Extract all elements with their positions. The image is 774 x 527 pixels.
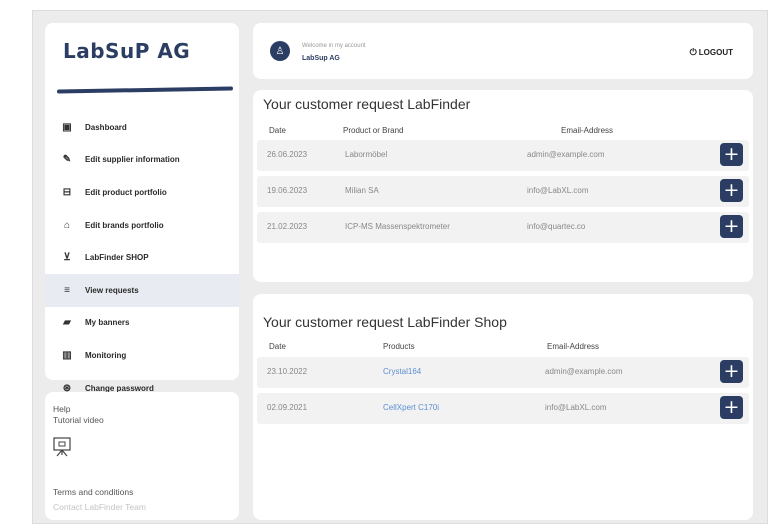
sidebar-menu: ▣ Dashboard ✎ Edit supplier information ⊟ E… xyxy=(45,111,239,404)
logo-underline xyxy=(57,86,233,94)
row-date: 26.06.2023 xyxy=(267,150,308,159)
banner-icon: ▰ xyxy=(63,317,71,329)
column-header-date: Date xyxy=(269,342,286,351)
help-panel: Help Tutorial video Terms and conditions… xyxy=(45,392,239,520)
column-header-product: Product or Brand xyxy=(343,126,404,135)
row-product: ICP-MS Massenspektrometer xyxy=(345,222,450,231)
row-product-link[interactable]: Crystal164 xyxy=(383,367,421,376)
sidebar-item-label: Dashboard xyxy=(85,122,127,132)
presentation-board-icon[interactable] xyxy=(53,437,71,457)
logout-label: LOGOUT xyxy=(698,48,733,57)
row-product-link[interactable]: CellXpert C170i xyxy=(383,403,439,412)
row-email[interactable]: info@LabXL.com xyxy=(545,403,607,412)
sidebar-item-label: Edit supplier information xyxy=(85,155,180,165)
sidebar: LabSuP AG ▣ Dashboard ✎ Edit supplier info… xyxy=(45,23,239,394)
sidebar-item-view-requests[interactable]: ≡ View requests xyxy=(45,273,239,307)
account-header: ♙ Welcome in my account LabSup AG ⏻ LOGOU… xyxy=(253,23,753,79)
column-header-email: Email-Address xyxy=(547,342,600,351)
welcome-text: Welcome in my account xyxy=(302,43,366,49)
row-email[interactable]: admin@example.com xyxy=(545,367,622,376)
contact-link[interactable]: Contact LabFinder Team xyxy=(53,502,146,512)
plus-icon: + xyxy=(723,396,740,418)
help-heading: Help xyxy=(53,404,71,414)
expand-button[interactable]: + xyxy=(720,360,743,383)
table-row[interactable]: 26.06.2023 Labormöbel admin@example.com … xyxy=(257,140,749,171)
tag-icon: ⌂ xyxy=(63,219,71,231)
sidebar-item-edit-supplier[interactable]: ✎ Edit supplier information xyxy=(45,144,239,177)
row-date: 19.06.2023 xyxy=(267,186,308,195)
sidebar-item-label: View requests xyxy=(85,285,139,295)
sidebar-item-monitoring[interactable]: ▥ Monitoring xyxy=(45,339,239,372)
plus-icon: + xyxy=(723,360,740,382)
monitoring-icon: ▥ xyxy=(62,349,72,361)
expand-button[interactable]: + xyxy=(720,215,743,238)
row-email[interactable]: info@quartec.co xyxy=(527,222,585,231)
row-email[interactable]: info@LabXL.com xyxy=(527,186,589,195)
plus-icon: + xyxy=(723,143,740,165)
labfinder-requests-panel: Your customer request LabFinder Date Pro… xyxy=(253,90,753,282)
sidebar-item-label: Monitoring xyxy=(85,350,127,360)
sidebar-item-edit-brands[interactable]: ⌂ Edit brands portfolio xyxy=(45,209,239,242)
row-product: Labormöbel xyxy=(345,150,388,159)
brand-logo[interactable]: LabSuP AG xyxy=(63,39,190,63)
plus-icon: + xyxy=(723,215,740,237)
row-product: Milian SA xyxy=(345,186,379,195)
sidebar-item-label: My banners xyxy=(85,318,130,328)
column-header-date: Date xyxy=(269,126,286,135)
dashboard-icon: ▣ xyxy=(62,121,72,133)
row-date: 23.10.2022 xyxy=(267,367,308,376)
table-row[interactable]: 23.10.2022 Crystal164 admin@example.com … xyxy=(257,357,749,388)
logout-button[interactable]: ⏻ LOGOUT xyxy=(690,47,733,58)
requests-icon: ≡ xyxy=(64,284,70,296)
expand-button[interactable]: + xyxy=(720,396,743,419)
power-icon: ⏻ xyxy=(689,47,697,57)
panel-title: Your customer request LabFinder Shop xyxy=(263,314,507,330)
column-header-products: Products xyxy=(383,342,415,351)
sidebar-item-dashboard[interactable]: ▣ Dashboard xyxy=(45,111,239,144)
expand-button[interactable]: + xyxy=(720,143,743,166)
sidebar-item-label: LabFinder SHOP xyxy=(85,253,149,263)
edit-supplier-icon: ✎ xyxy=(62,154,72,166)
table-row[interactable]: 02.09.2021 CellXpert C170i info@LabXL.co… xyxy=(257,393,749,424)
panel-title: Your customer request LabFinder xyxy=(263,96,471,112)
row-date: 02.09.2021 xyxy=(267,403,308,412)
sidebar-item-shop[interactable]: ⊻ LabFinder SHOP xyxy=(45,241,239,274)
table-row[interactable]: 21.02.2023 ICP-MS Massenspektrometer inf… xyxy=(257,212,749,243)
product-icon: ⊟ xyxy=(62,186,72,198)
column-header-email: Email-Address xyxy=(561,126,614,135)
sidebar-item-label: Edit brands portfolio xyxy=(85,220,164,230)
user-icon: ♙ xyxy=(275,45,285,57)
terms-link[interactable]: Terms and conditions xyxy=(53,487,133,497)
row-date: 21.02.2023 xyxy=(267,222,308,231)
sidebar-item-banners[interactable]: ▰ My banners xyxy=(45,307,239,340)
table-row[interactable]: 19.06.2023 Milian SA info@LabXL.com + xyxy=(257,176,749,207)
sidebar-item-edit-product[interactable]: ⊟ Edit product portfolio xyxy=(45,176,239,209)
expand-button[interactable]: + xyxy=(720,179,743,202)
cart-icon: ⊻ xyxy=(63,252,71,264)
sidebar-item-label: Edit product portfolio xyxy=(85,187,167,197)
avatar[interactable]: ♙ xyxy=(270,41,290,61)
shop-requests-panel: Your customer request LabFinder Shop Dat… xyxy=(253,294,753,520)
tutorial-video-link[interactable]: Tutorial video xyxy=(53,415,104,425)
plus-icon: + xyxy=(723,179,740,201)
row-email[interactable]: admin@example.com xyxy=(527,150,604,159)
account-name[interactable]: LabSup AG xyxy=(302,55,340,62)
